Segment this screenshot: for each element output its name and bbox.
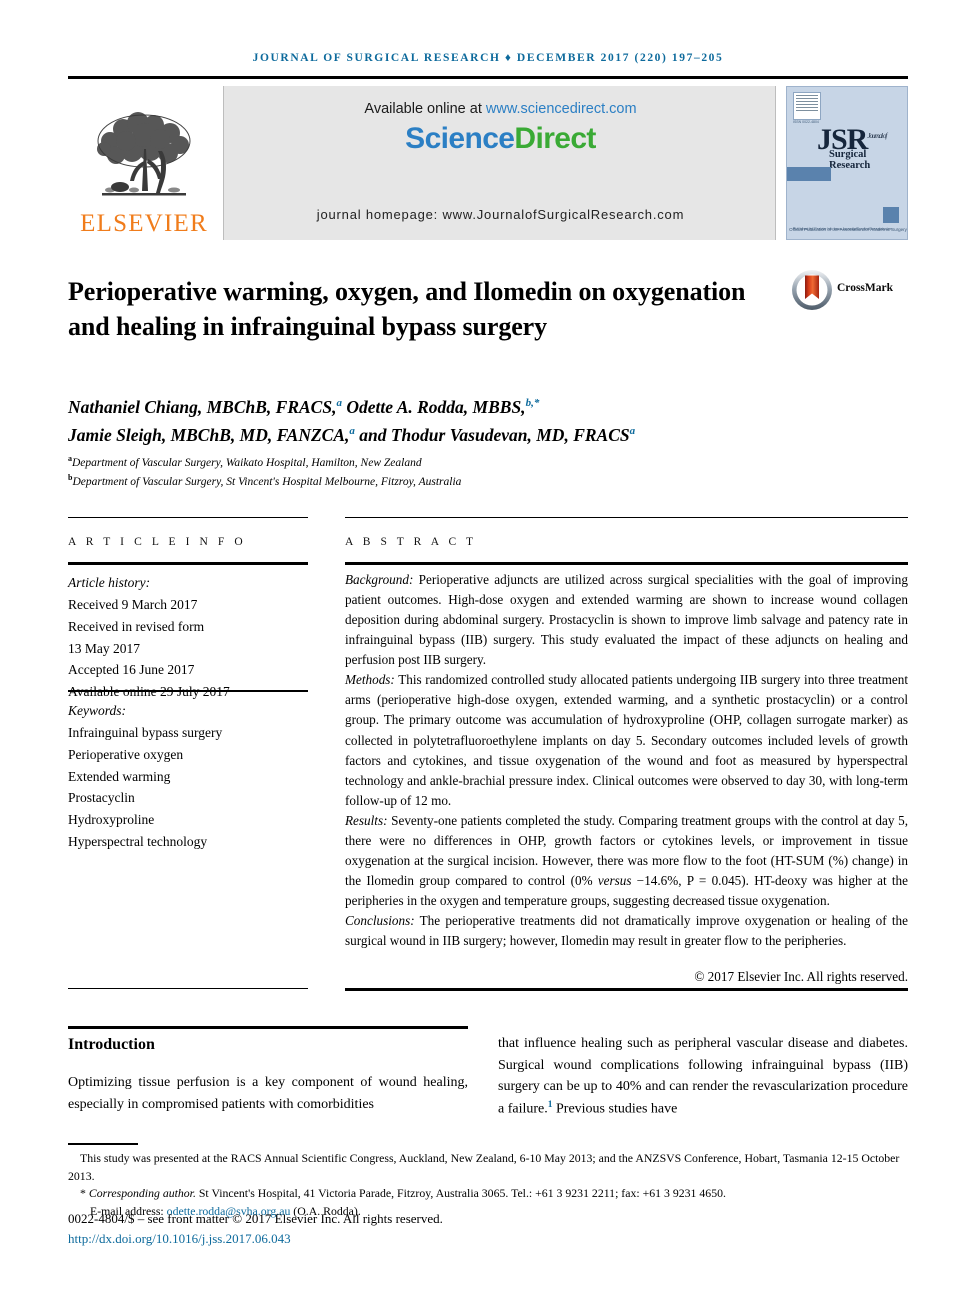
abstract-conclusions-text: The perioperative treatments did not dra… bbox=[345, 913, 908, 949]
author-line-1: Nathaniel Chiang, MBChB, FRACS,a Odette … bbox=[68, 397, 540, 417]
abstract-conclusions-label: Conclusions: bbox=[345, 913, 415, 929]
journal-cover-thumbnail: ISSN 0022-4804 JSRJournal of Surgical Re… bbox=[786, 86, 908, 240]
cover-elsevier-mark bbox=[793, 92, 821, 120]
abstract-background: Background: Perioperative adjuncts are u… bbox=[345, 570, 908, 670]
sciencedirect-logo-direct: Direct bbox=[514, 122, 596, 155]
abstract-results: Results: Seventy-one patients completed … bbox=[345, 811, 908, 911]
keyword-item: Hydroxyproline bbox=[68, 812, 155, 828]
section-title-introduction: Introduction bbox=[68, 1036, 155, 1053]
journal-article-page: JOURNAL OF SURGICAL RESEARCH ♦ DECEMBER … bbox=[0, 0, 975, 1305]
abstract-copyright: © 2017 Elsevier Inc. All rights reserved… bbox=[694, 969, 908, 985]
crossmark-label: CrossMark bbox=[837, 282, 894, 294]
elsevier-tree-icon bbox=[97, 112, 191, 196]
cover-decoration-bar-1 bbox=[787, 167, 831, 181]
abstract-methods-label: Methods: bbox=[345, 672, 395, 688]
elsevier-logo: ELSEVIER bbox=[68, 86, 220, 240]
sciencedirect-url-link[interactable]: www.sciencedirect.com bbox=[486, 101, 637, 117]
history-item: Received in revised form bbox=[68, 618, 205, 634]
article-info-bottom-rule bbox=[68, 988, 308, 989]
article-history-label: Article history: bbox=[68, 575, 151, 590]
keyword-item: Perioperative oxygen bbox=[68, 746, 184, 762]
article-history: Article history: Received 9 March 2017 R… bbox=[68, 572, 308, 703]
crossmark-badge[interactable]: CrossMark bbox=[790, 268, 910, 314]
keywords-rule bbox=[68, 690, 308, 692]
keywords-block: Keywords: Infrainguinal bypass surgery P… bbox=[68, 700, 308, 853]
keyword-item: Extended warming bbox=[68, 768, 171, 784]
author-affil-marker-b: b,* bbox=[525, 397, 540, 410]
header-rule bbox=[68, 76, 908, 79]
history-item: Accepted 16 June 2017 bbox=[68, 662, 195, 678]
cover-footer: Published by Elsevier Inc. www.Journalof… bbox=[793, 227, 893, 232]
page-title: Perioperative warming, oxygen, and Ilome… bbox=[68, 277, 746, 341]
footnote-presented: This study was presented at the RACS Ann… bbox=[68, 1151, 900, 1183]
doi-link[interactable]: http://dx.doi.org/10.1016/j.jss.2017.06.… bbox=[68, 1231, 291, 1247]
article-info-top-rule bbox=[68, 517, 308, 518]
intro-right-text-cont: Previous studies have bbox=[552, 1101, 678, 1117]
cover-subtitle: Surgical Research bbox=[829, 149, 871, 171]
available-online-prefix: Available online at bbox=[364, 101, 486, 117]
author-affil-marker-a3: a bbox=[629, 425, 636, 438]
introduction-column-left: Optimizing tissue perfusion is a key com… bbox=[68, 1075, 468, 1112]
crossmark-icon bbox=[792, 270, 832, 310]
abstract-background-label: Background: bbox=[345, 572, 414, 587]
sciencedirect-logo: ScienceDirect bbox=[224, 122, 777, 156]
cover-decoration-bar-2 bbox=[883, 207, 899, 223]
abstract-bottom-rule bbox=[345, 988, 908, 991]
abstract-methods: Methods: This randomized controlled stud… bbox=[345, 670, 908, 810]
keyword-item: Hyperspectral technology bbox=[68, 834, 208, 850]
cover-issn: ISSN 0022-4804 bbox=[793, 120, 819, 124]
available-online-line: Available online at www.sciencedirect.co… bbox=[224, 101, 777, 117]
affiliations: aDepartment of Vascular Surgery, Waikato… bbox=[68, 453, 908, 491]
abstract-conclusions: Conclusions: The perioperative treatment… bbox=[345, 911, 908, 951]
keyword-item: Prostacyclin bbox=[68, 790, 135, 806]
corresponding-label: Corresponding author. bbox=[88, 1186, 196, 1201]
keyword-item: Infrainguinal bypass surgery bbox=[68, 724, 223, 740]
cover-title-superscript: Journal of bbox=[867, 132, 887, 140]
introduction-rule bbox=[68, 1026, 468, 1029]
affiliation-a: aDepartment of Vascular Surgery, Waikato… bbox=[68, 454, 422, 469]
abstract-body: Background: Perioperative adjuncts are u… bbox=[345, 570, 908, 987]
history-item: 13 May 2017 bbox=[68, 640, 140, 656]
corresponding-marker: * bbox=[80, 1186, 86, 1201]
elsevier-wordmark: ELSEVIER bbox=[80, 210, 208, 237]
running-head: JOURNAL OF SURGICAL RESEARCH ♦ DECEMBER … bbox=[252, 52, 724, 64]
abstract-top-rule bbox=[345, 517, 908, 518]
article-info-heading: A R T I C L E I N F O bbox=[68, 536, 247, 548]
masthead: ELSEVIER Available online at www.science… bbox=[68, 86, 908, 240]
keywords-label: Keywords: bbox=[68, 703, 126, 718]
abstract-methods-text: This randomized controlled study allocat… bbox=[345, 672, 908, 808]
journal-homepage-line[interactable]: journal homepage: www.JournalofSurgicalR… bbox=[224, 207, 777, 222]
abstract-background-text: Perioperative adjuncts are utilized acro… bbox=[345, 572, 908, 668]
footnote-rule bbox=[68, 1143, 138, 1145]
abstract-results-versus: versus bbox=[597, 872, 632, 888]
affiliation-b: bDepartment of Vascular Surgery, St Vinc… bbox=[68, 472, 462, 488]
author-line-2: Jamie Sleigh, MBChB, MD, FANZCA,a and Th… bbox=[68, 425, 636, 446]
history-item: Received 9 March 2017 bbox=[68, 596, 198, 612]
footnote-corresponding: * Corresponding author. St Vincent's Hos… bbox=[68, 1185, 908, 1203]
abstract-heading: A B S T R A C T bbox=[345, 536, 477, 548]
author-list: Nathaniel Chiang, MBChB, FRACS,a Odette … bbox=[68, 393, 908, 450]
introduction-column-right: that influence healing such as periphera… bbox=[498, 1033, 908, 1120]
sciencedirect-band: Available online at www.sciencedirect.co… bbox=[223, 86, 776, 240]
issn-frontmatter-line: 0022-4804/$ – see front matter © 2017 El… bbox=[68, 1211, 443, 1226]
article-info-rule bbox=[68, 562, 308, 565]
corresponding-text: St Vincent's Hospital, 41 Victoria Parad… bbox=[195, 1186, 726, 1201]
abstract-rule bbox=[345, 562, 908, 565]
sciencedirect-logo-science: Science bbox=[405, 122, 515, 155]
abstract-results-label: Results: bbox=[345, 812, 388, 828]
